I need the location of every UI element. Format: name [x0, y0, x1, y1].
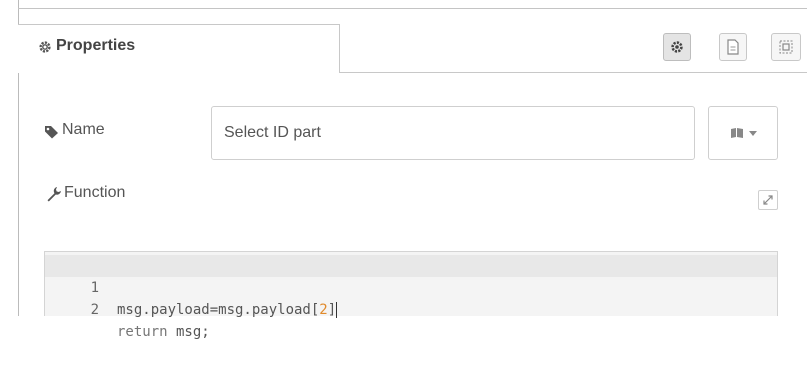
top-border [18, 8, 807, 9]
tab-bar-divider [340, 72, 807, 73]
code-editor[interactable]: 1 msg.payload=msg.payload[2] 2 return ms… [44, 251, 778, 340]
settings-button[interactable] [663, 33, 691, 61]
code-line: 2 return msg; [45, 277, 777, 340]
gear-icon [39, 41, 51, 53]
code-text: msg.payload=msg.payload[2] [117, 299, 338, 321]
function-label: Function [64, 184, 126, 201]
document-icon [727, 39, 739, 55]
line-number: 2 [90, 302, 99, 318]
book-icon [730, 128, 743, 138]
name-field[interactable] [211, 106, 695, 160]
tag-icon [45, 126, 58, 139]
tab-label: Properties [56, 37, 136, 54]
expand-editor-button[interactable] [758, 190, 778, 210]
frame-icon [779, 40, 793, 54]
node-name-options-button[interactable] [708, 106, 778, 160]
gear-icon [671, 41, 683, 53]
name-label: Name [62, 121, 105, 138]
expand-icon [763, 195, 773, 205]
description-button[interactable] [719, 33, 747, 61]
caret-down-icon [748, 130, 757, 136]
wrench-icon [47, 187, 61, 202]
code-line: 1 msg.payload=msg.payload[2] [45, 255, 777, 318]
appearance-button[interactable] [771, 33, 801, 61]
code-text-2: return msg; [117, 324, 210, 340]
